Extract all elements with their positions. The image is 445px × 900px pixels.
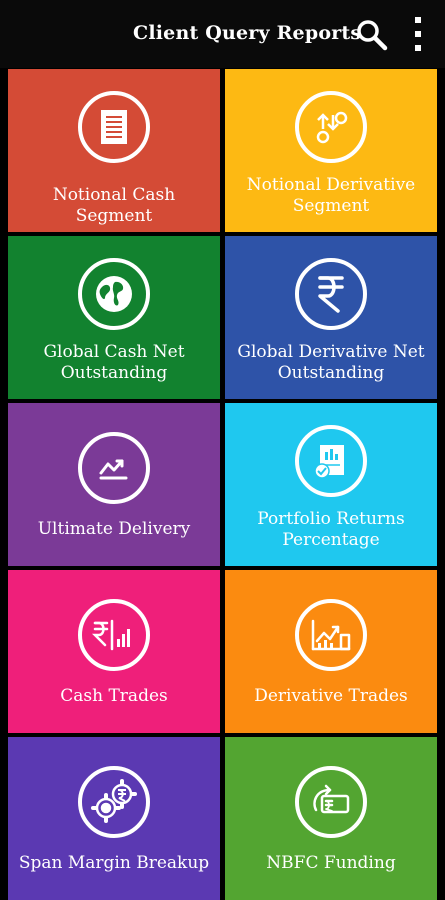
derivative-icon xyxy=(295,91,367,163)
tile-portfolio-returns-percentage[interactable]: Portfolio Returns Percentage xyxy=(225,403,437,566)
tile-nbfc-funding[interactable]: NBFC Funding xyxy=(225,737,437,900)
globe-icon xyxy=(78,258,150,330)
rupee-icon xyxy=(295,258,367,330)
growth-chart-icon xyxy=(295,599,367,671)
tile-label: Notional Derivative Segment xyxy=(246,175,416,216)
page-title: Client Query Reports xyxy=(133,22,362,44)
rupee-bars-icon xyxy=(78,599,150,671)
tile-global-cash-net-outstanding[interactable]: Global Cash Net Outstanding xyxy=(8,236,220,399)
tile-span-margin-breakup[interactable]: Span Margin Breakup xyxy=(8,737,220,900)
document-icon xyxy=(78,91,150,163)
tile-label: Ultimate Delivery xyxy=(37,519,191,539)
search-icon[interactable] xyxy=(354,17,390,53)
tile-notional-cash-segment[interactable]: Notional Cash Segment xyxy=(8,69,220,232)
more-vert-icon[interactable] xyxy=(408,14,428,54)
tile-label: Notional Cash Segment xyxy=(52,185,176,226)
tile-label: Derivative Trades xyxy=(254,686,408,706)
card-transfer-icon xyxy=(295,766,367,838)
tile-cash-trades[interactable]: Cash Trades xyxy=(8,570,220,733)
tile-notional-derivative-segment[interactable]: Notional Derivative Segment xyxy=(225,69,437,232)
tile-ultimate-delivery[interactable]: Ultimate Delivery xyxy=(8,403,220,566)
tile-label: Global Derivative Net Outstanding xyxy=(237,342,425,383)
tile-derivative-trades[interactable]: Derivative Trades xyxy=(225,570,437,733)
trend-icon xyxy=(78,432,150,504)
tile-label: Cash Trades xyxy=(60,686,168,706)
tile-global-derivative-net-outstanding[interactable]: Global Derivative Net Outstanding xyxy=(225,236,437,399)
app-bar: Client Query Reports xyxy=(0,0,445,68)
tile-label: Global Cash Net Outstanding xyxy=(43,342,185,383)
portfolio-report-icon xyxy=(295,425,367,497)
tile-label: Span Margin Breakup xyxy=(18,853,210,873)
tile-label: Portfolio Returns Percentage xyxy=(257,509,405,550)
gears-rupee-icon xyxy=(78,766,150,838)
tile-label: NBFC Funding xyxy=(266,853,396,873)
